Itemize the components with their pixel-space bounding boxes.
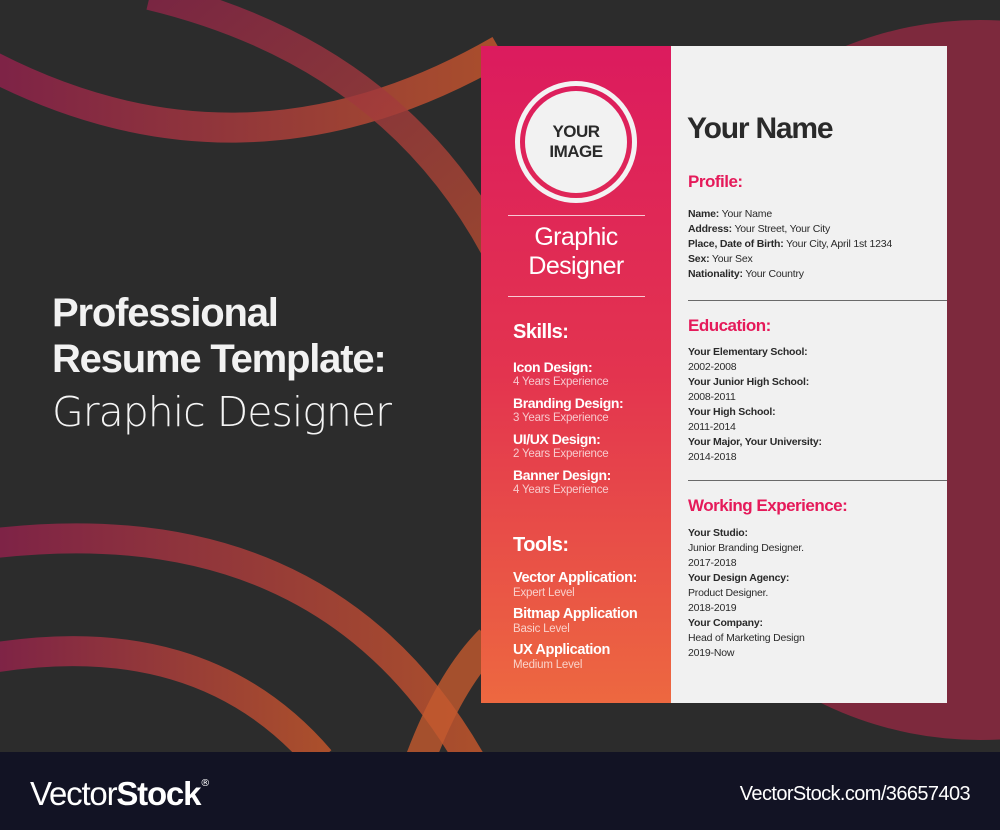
company-name: Your Design Agency: [688, 572, 790, 584]
experience-role: Head of Marketing Design [688, 632, 805, 644]
skill-item: Icon Design: 4 Years Experience [513, 358, 623, 389]
skill-detail: 4 Years Experience [513, 376, 609, 388]
experience-item: Your Design Agency: Product Designer. 2018… [688, 571, 805, 616]
profile-value: Your Name [721, 208, 773, 220]
education-item: Your Major, Your University: 2014-2018 [688, 435, 822, 465]
headline: Professional Resume Template: Graphic De… [52, 290, 392, 442]
tool-title: Vector Application: [513, 570, 637, 586]
resume-card: YOUR IMAGE Graphic Designer Skills: Icon… [481, 46, 947, 703]
skill-item: Banner Design: 4 Years Experience [513, 466, 623, 497]
resume-main: Your Name Profile: Name: Your Name Addre… [671, 46, 947, 703]
skill-title: Banner Design: [513, 467, 611, 483]
arc-top-1 [0, 37, 508, 143]
profile-label: Nationality: [688, 268, 743, 280]
tool-item: UX Application Medium Level [513, 641, 637, 672]
footer-bar: VectorStock® VectorStock.com/36657403 [0, 752, 1000, 830]
experience-role: Junior Branding Designer. [688, 542, 804, 554]
experience-years: 2017-2018 [688, 557, 737, 569]
skill-detail: 2 Years Experience [513, 448, 609, 460]
skill-item: Branding Design: 3 Years Experience [513, 394, 624, 425]
resume-sidebar: YOUR IMAGE Graphic Designer Skills: Icon… [481, 46, 671, 703]
photo-text-2: IMAGE [549, 142, 603, 161]
job-title: Graphic Designer [481, 223, 671, 281]
tool-detail: Basic Level [513, 623, 570, 635]
education-heading: Education: [688, 316, 771, 335]
job-title-line-1: Graphic [534, 223, 618, 251]
logo-text-light: Vector [30, 775, 118, 812]
tool-item: Bitmap Application Basic Level [513, 605, 638, 636]
school-name: Your Elementary School: [688, 346, 808, 358]
skill-title: UI/UX Design: [513, 431, 601, 447]
headline-line-2: Resume Template: [52, 337, 387, 381]
experience-years: 2019-Now [688, 647, 735, 659]
footer-url-link[interactable]: VectorStock.com/36657403 [740, 783, 971, 806]
divider [508, 215, 645, 216]
job-title-line-2: Designer [528, 252, 624, 280]
education-list: Your Elementary School: 2002-2008 Your Ju… [688, 345, 822, 465]
tool-detail: Medium Level [513, 659, 583, 671]
profile-value: Your Sex [711, 253, 753, 265]
skills-heading: Skills: [513, 321, 569, 343]
logo-text-bold: Stock [116, 775, 201, 812]
profile-label: Place, Date of Birth: [688, 238, 784, 250]
experience-role: Product Designer. [688, 587, 769, 599]
skill-detail: 3 Years Experience [513, 412, 609, 424]
experience-years: 2018-2019 [688, 602, 737, 614]
divider [688, 300, 947, 301]
tool-detail: Expert Level [513, 587, 575, 599]
profile-row: Name: Your Name [688, 207, 892, 222]
profile-row: Place, Date of Birth: Your City, April 1… [688, 237, 892, 252]
company-name: Your Studio: [688, 527, 748, 539]
vectorstock-logo[interactable]: VectorStock® [30, 774, 210, 813]
experience-item: Your Company: Head of Marketing Design 201… [688, 616, 805, 661]
profile-label: Sex: [688, 253, 710, 265]
school-name: Your Major, Your University: [688, 436, 822, 448]
artwork-canvas: Professional Resume Template: Graphic De… [0, 0, 1000, 752]
profile-row: Address: Your Street, Your City [688, 222, 892, 237]
education-item: Your Junior High School: 2008-2011 [688, 375, 822, 405]
tool-title: Bitmap Application [513, 606, 638, 622]
school-years: 2014-2018 [688, 451, 737, 463]
company-name: Your Company: [688, 617, 763, 629]
profile-value: Your Country [745, 268, 804, 280]
skill-title: Branding Design: [513, 395, 624, 411]
profile-heading: Profile: [688, 172, 743, 191]
profile-row: Sex: Your Sex [688, 252, 892, 267]
headline-line-3: Graphic Designer [52, 388, 392, 436]
skill-item: UI/UX Design: 2 Years Experience [513, 430, 623, 461]
tools-heading: Tools: [513, 534, 569, 556]
school-years: 2011-2014 [688, 421, 736, 433]
tool-item: Vector Application: Expert Level [513, 569, 637, 600]
tools-list: Vector Application: Expert Level Bitmap A… [513, 569, 638, 677]
education-item: Your Elementary School: 2002-2008 [688, 345, 822, 375]
education-item: Your High School: 2011-2014 [688, 405, 822, 435]
school-name: Your Junior High School: [688, 376, 810, 388]
school-name: Your High School: [688, 406, 776, 418]
profile-value: Your Street, Your City [734, 223, 831, 235]
registered-mark: ® [200, 778, 210, 789]
skill-detail: 4 Years Experience [513, 484, 609, 496]
experience-list: Your Studio: Junior Branding Designer. 201… [688, 526, 805, 661]
skills-list: Icon Design: 4 Years Experience Branding … [513, 358, 624, 502]
school-years: 2002-2008 [688, 361, 737, 373]
tool-title: UX Application [513, 642, 610, 658]
profile-row: Nationality: Your Country [688, 267, 892, 282]
profile-label: Name: [688, 208, 720, 220]
experience-item: Your Studio: Junior Branding Designer. 201… [688, 526, 805, 571]
resume-name: Your Name [687, 112, 834, 145]
divider [508, 296, 645, 297]
school-years: 2008-2011 [688, 391, 736, 403]
arc-top-2 [146, 0, 534, 306]
profile-details: Name: Your Name Address: Your Street, Yo… [688, 207, 892, 282]
photo-placeholder: YOUR IMAGE [515, 81, 637, 203]
divider [688, 480, 947, 481]
headline-line-1: Professional [52, 291, 279, 335]
experience-heading: Working Experience: [688, 496, 848, 515]
skill-title: Icon Design: [513, 359, 593, 375]
photo-text-1: YOUR [552, 122, 600, 141]
profile-label: Address: [688, 223, 732, 235]
arc-bottom-2 [0, 636, 332, 752]
profile-value: Your City, April 1st 1234 [786, 238, 893, 250]
